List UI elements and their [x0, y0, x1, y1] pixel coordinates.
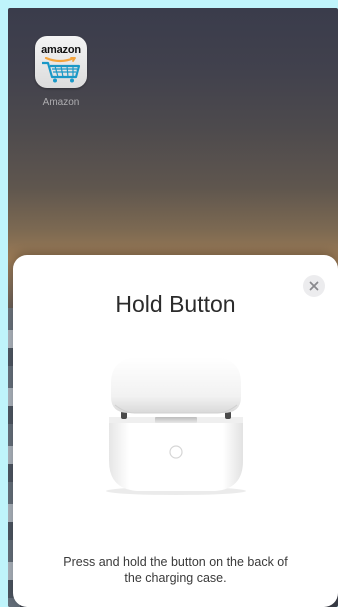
- close-icon: [309, 281, 319, 291]
- instruction-text: Press and hold the button on the back of…: [63, 555, 288, 585]
- sheet-title: Hold Button: [115, 291, 236, 317]
- amazon-cart-icon: [42, 57, 81, 83]
- airpods-charging-case-image: [106, 357, 246, 495]
- amazon-app-label: Amazon: [42, 97, 80, 108]
- phone-screen: amazon Amazon Hold Button Press and hold…: [8, 8, 338, 607]
- airpods-setup-sheet: Hold Button Press and hold the button on…: [13, 255, 338, 607]
- amazon-app-icon[interactable]: amazon: [35, 36, 87, 88]
- amazon-wordmark: amazon: [41, 44, 81, 56]
